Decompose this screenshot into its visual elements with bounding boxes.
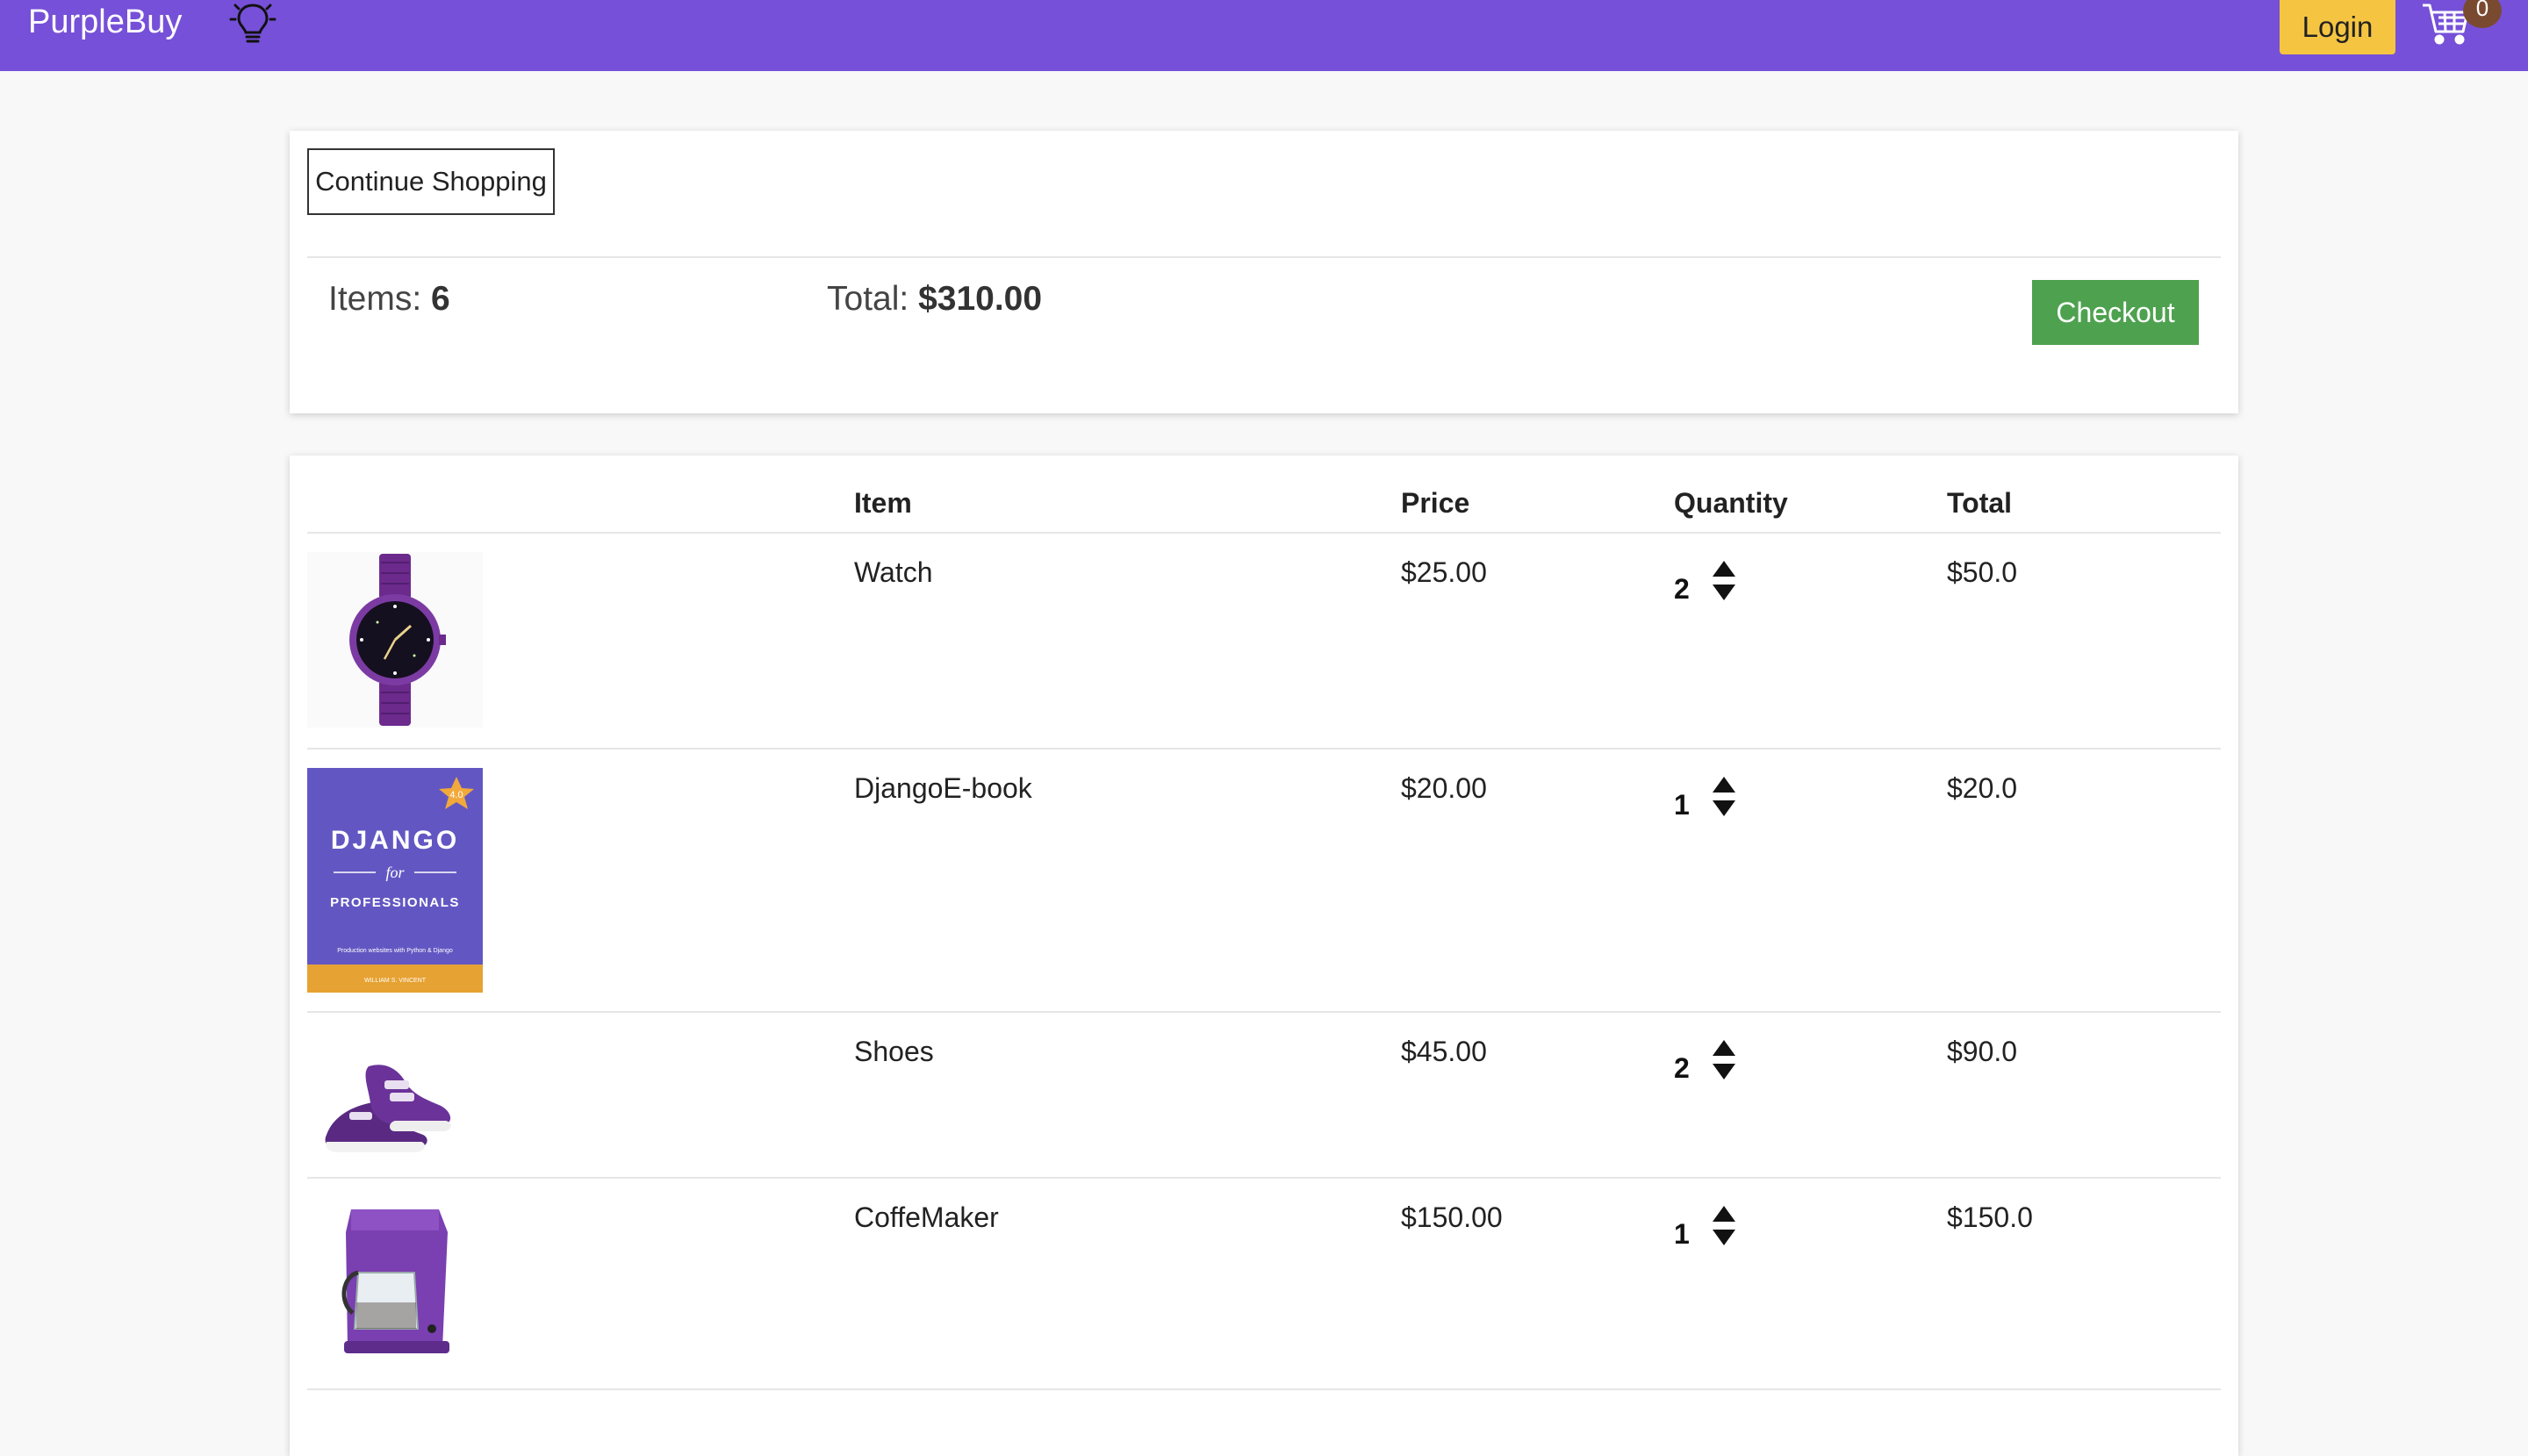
quantity-increase-arrow-icon[interactable] [1713, 1206, 1735, 1222]
item-price: $150.00 [1401, 1201, 1503, 1233]
watch-image [307, 552, 483, 728]
item-price: $45.00 [1401, 1036, 1487, 1067]
item-total: $150.0 [1947, 1201, 2033, 1233]
header-price: Price [1401, 487, 1470, 519]
book-title: DJANGO [331, 826, 459, 855]
total-label: Total: [827, 280, 909, 318]
items-label: Items: [328, 280, 422, 318]
item-name[interactable]: CoffeMaker [854, 1201, 999, 1234]
continue-shopping-button[interactable]: Continue Shopping [307, 148, 555, 215]
checkout-button[interactable]: Checkout [2032, 280, 2199, 345]
lightbulb-icon[interactable] [226, 0, 279, 46]
header-quantity: Quantity [1674, 487, 1788, 519]
item-total: $50.0 [1947, 556, 2018, 588]
row-divider [307, 1388, 2221, 1390]
row-divider [307, 1177, 2221, 1179]
item-price: $20.00 [1401, 772, 1487, 804]
item-quantity: 1 [1674, 1218, 1690, 1250]
book-author: WILLIAM S. VINCENT [364, 978, 427, 984]
cart-items-table: Item Price Quantity Total Watch $25.00 2 [290, 455, 2238, 1456]
items-count: Items: 6 [328, 280, 450, 319]
book-tagline: Production websites with Python & Django [337, 948, 453, 954]
items-value: 6 [431, 280, 450, 318]
quantity-increase-arrow-icon[interactable] [1713, 777, 1735, 793]
row-divider [307, 748, 2221, 750]
item-total: $90.0 [1947, 1036, 2018, 1067]
quantity-decrease-arrow-icon[interactable] [1713, 1230, 1735, 1245]
book-cover-image: 4.0 DJANGO for PROFESSIONALS Production … [307, 768, 483, 993]
book-subtitle: PROFESSIONALS [330, 895, 460, 910]
quantity-increase-arrow-icon[interactable] [1713, 561, 1735, 577]
book-rating: 4.0 [449, 790, 463, 800]
item-quantity: 2 [1674, 1052, 1690, 1084]
divider [307, 256, 2221, 258]
book-for: for [385, 864, 405, 881]
header-total: Total [1947, 487, 2013, 519]
quantity-increase-arrow-icon[interactable] [1713, 1040, 1735, 1056]
brand-logo[interactable]: PurpleBuy [28, 0, 182, 44]
item-price: $25.00 [1401, 556, 1487, 588]
item-quantity: 2 [1674, 573, 1690, 605]
header-divider [307, 532, 2221, 534]
item-quantity: 1 [1674, 789, 1690, 821]
item-name[interactable]: Watch [854, 556, 933, 589]
quantity-decrease-arrow-icon[interactable] [1713, 585, 1735, 600]
coffee-maker-image [307, 1197, 483, 1364]
cart-total: Total: $310.00 [827, 280, 1042, 319]
navbar: PurpleBuy Login 0 [0, 0, 2528, 71]
cart-summary-card: Continue Shopping Items: 6 Total: $310.0… [290, 131, 2238, 413]
quantity-decrease-arrow-icon[interactable] [1713, 800, 1735, 816]
item-name[interactable]: DjangoE-book [854, 772, 1032, 805]
quantity-decrease-arrow-icon[interactable] [1713, 1064, 1735, 1079]
item-name[interactable]: Shoes [854, 1036, 934, 1068]
row-divider [307, 1011, 2221, 1013]
item-total: $20.0 [1947, 772, 2018, 804]
login-button[interactable]: Login [2280, 0, 2395, 54]
shoes-image [307, 1031, 483, 1180]
total-value: $310.00 [918, 280, 1043, 318]
header-item: Item [854, 487, 912, 519]
